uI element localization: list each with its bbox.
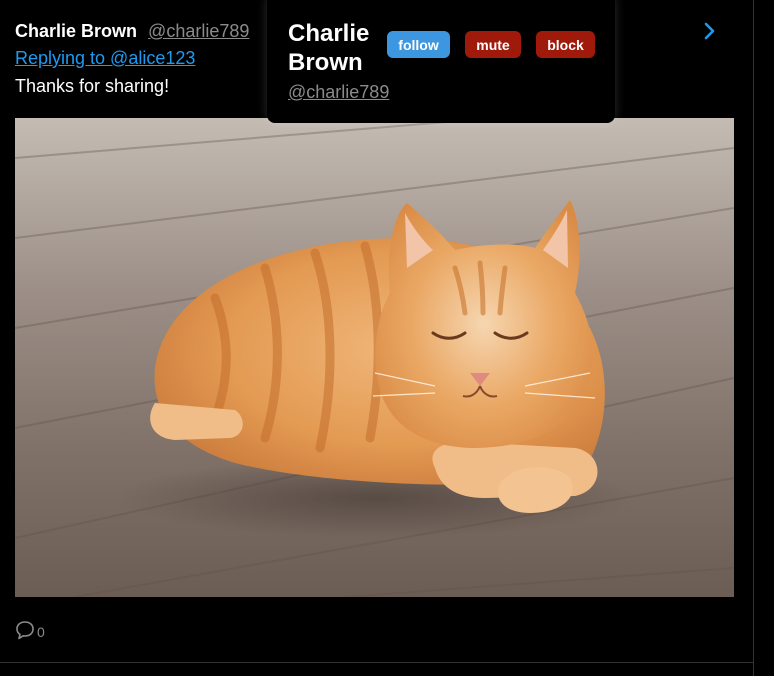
author-handle[interactable]: @charlie789 xyxy=(148,21,249,41)
reply-count: 0 xyxy=(37,624,45,640)
feed-column: Charlie Brown @charlie789 Replying to @a… xyxy=(0,0,754,676)
post-header: Charlie Brown @charlie789 xyxy=(15,21,249,42)
post-image[interactable] xyxy=(15,118,734,597)
chevron-right-icon[interactable] xyxy=(700,20,720,42)
speech-bubble-icon[interactable] xyxy=(15,620,35,640)
block-button[interactable]: block xyxy=(536,31,595,58)
hover-card-name[interactable]: Charlie Brown xyxy=(288,19,384,77)
replying-to-link[interactable]: Replying to @alice123 xyxy=(15,48,195,69)
follow-button[interactable]: follow xyxy=(387,31,450,58)
author-name[interactable]: Charlie Brown xyxy=(15,21,137,41)
hover-card-handle[interactable]: @charlie789 xyxy=(288,82,389,103)
post-actions: 0 xyxy=(15,620,45,640)
mute-button[interactable]: mute xyxy=(465,31,521,58)
cat-photo xyxy=(15,118,734,597)
post-text: Thanks for sharing! xyxy=(15,76,170,96)
profile-hover-card: Charlie Brown @charlie789 follow mute bl… xyxy=(267,0,615,123)
